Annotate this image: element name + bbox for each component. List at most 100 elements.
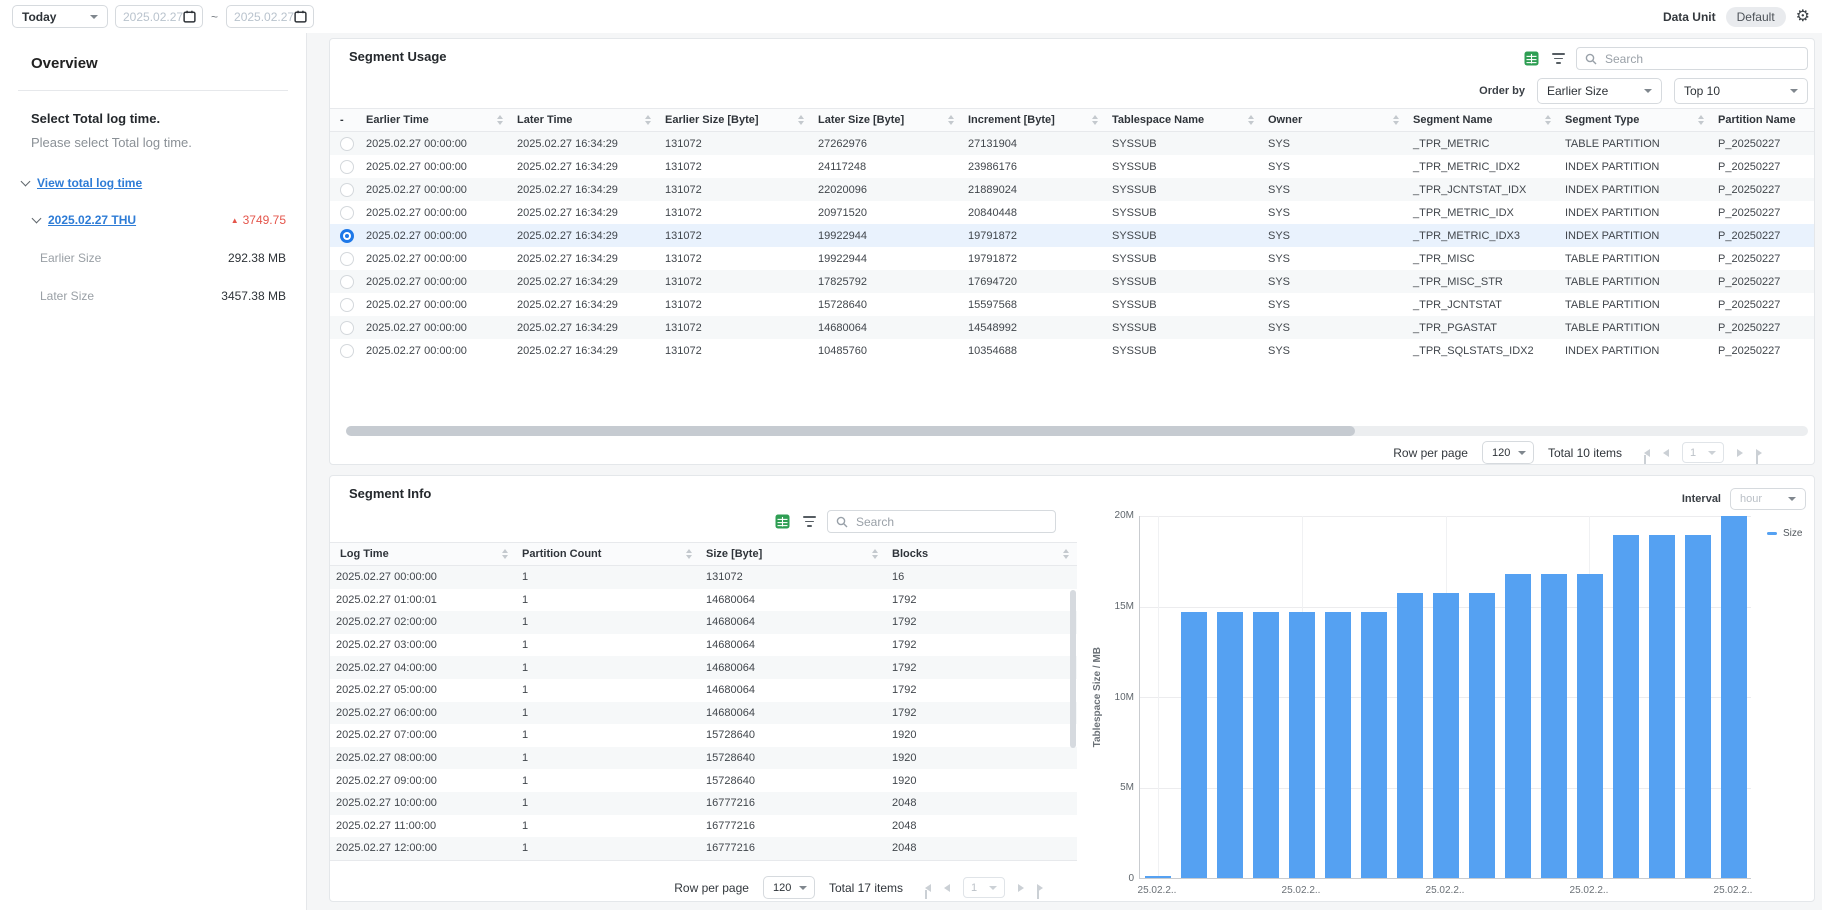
sort-icon[interactable] <box>502 549 508 560</box>
table-row[interactable]: 2025.02.27 11:00:001167772162048 <box>330 815 1077 838</box>
table-row[interactable]: 2025.02.27 00:00:002025.02.27 16:34:2913… <box>330 201 1814 224</box>
view-total-log-time-link[interactable]: View total log time <box>37 176 142 190</box>
cell: SYSSUB <box>1106 230 1262 242</box>
row-radio[interactable] <box>340 321 354 335</box>
sort-icon[interactable] <box>1393 115 1399 126</box>
first-page-button[interactable] <box>925 884 931 892</box>
row-radio[interactable] <box>340 206 354 220</box>
sort-icon[interactable] <box>1545 115 1551 126</box>
column-header-increment-byte[interactable]: Increment [Byte] <box>962 109 1106 131</box>
row-radio[interactable] <box>340 298 354 312</box>
row-radio[interactable] <box>340 137 354 151</box>
calendar-icon[interactable] <box>183 10 196 23</box>
table-row[interactable]: 2025.02.27 03:00:001146800641792 <box>330 634 1077 657</box>
gear-icon[interactable]: ⚙ <box>1796 9 1810 25</box>
chevron-down-icon[interactable] <box>32 213 42 223</box>
column-header-size-byte[interactable]: Size [Byte] <box>700 543 886 565</box>
column-header-log-time[interactable]: Log Time <box>330 543 516 565</box>
table-row[interactable]: 2025.02.27 05:00:001146800641792 <box>330 679 1077 702</box>
sort-icon[interactable] <box>497 115 503 126</box>
filter-icon[interactable] <box>800 513 818 531</box>
date-from-input[interactable]: 2025.02.27 <box>115 5 203 28</box>
chart-bar <box>1145 876 1171 878</box>
row-radio[interactable] <box>340 160 354 174</box>
prev-page-button[interactable] <box>1663 449 1669 457</box>
chevron-down-icon[interactable] <box>21 176 31 186</box>
vertical-scrollbar[interactable] <box>1070 590 1076 748</box>
table-row[interactable]: 2025.02.27 00:00:002025.02.27 16:34:2913… <box>330 247 1814 270</box>
table-row[interactable]: 2025.02.27 01:00:011146800641792 <box>330 589 1077 612</box>
top-n-select[interactable]: Top 10 <box>1674 78 1808 104</box>
last-page-button[interactable] <box>1756 449 1762 457</box>
table-row[interactable]: 2025.02.27 02:00:001146800641792 <box>330 611 1077 634</box>
column-header-earlier-time[interactable]: Earlier Time <box>360 109 511 131</box>
first-page-button[interactable] <box>1644 449 1650 457</box>
column-header-segment-name[interactable]: Segment Name <box>1407 109 1559 131</box>
sort-icon[interactable] <box>1698 115 1704 126</box>
table-row[interactable]: 2025.02.27 00:00:002025.02.27 16:34:2913… <box>330 178 1814 201</box>
table-row[interactable]: 2025.02.27 08:00:001157286401920 <box>330 747 1077 770</box>
page-select[interactable]: 1 <box>1682 442 1724 463</box>
sort-icon[interactable] <box>798 115 804 126</box>
table-row[interactable]: 2025.02.27 09:00:001157286401920 <box>330 769 1077 792</box>
day-log-link[interactable]: 2025.02.27 THU <box>48 213 136 227</box>
segment-info-search[interactable] <box>827 510 1056 533</box>
row-radio[interactable] <box>340 344 354 358</box>
row-radio[interactable] <box>340 275 354 289</box>
table-row[interactable]: 2025.02.27 00:00:002025.02.27 16:34:2913… <box>330 316 1814 339</box>
search-input[interactable] <box>1603 51 1799 67</box>
row-radio[interactable] <box>340 229 354 243</box>
segment-usage-search[interactable] <box>1576 47 1808 70</box>
scrollbar-thumb[interactable] <box>346 426 1355 436</box>
table-row[interactable]: 2025.02.27 00:00:002025.02.27 16:34:2913… <box>330 155 1814 178</box>
row-radio[interactable] <box>340 252 354 266</box>
table-row[interactable]: 2025.02.27 00:00:002025.02.27 16:34:2913… <box>330 132 1814 155</box>
rows-per-page-select[interactable]: 120 <box>763 876 815 899</box>
table-row[interactable]: 2025.02.27 12:00:001167772162048 <box>330 837 1077 860</box>
column-header-earlier-size-byte[interactable]: Earlier Size [Byte] <box>659 109 812 131</box>
table-row[interactable]: 2025.02.27 00:00:002025.02.27 16:34:2913… <box>330 270 1814 293</box>
export-excel-icon[interactable] <box>1522 50 1540 68</box>
search-input[interactable] <box>854 514 1047 530</box>
rows-per-page-select[interactable]: 120 <box>1482 441 1534 464</box>
export-excel-icon[interactable] <box>773 513 791 531</box>
column-header-tablespace-name[interactable]: Tablespace Name <box>1106 109 1262 131</box>
cell: 24117248 <box>812 161 962 173</box>
sort-icon[interactable] <box>645 115 651 126</box>
segment-usage-table-header: -Earlier TimeLater TimeEarlier Size [Byt… <box>330 108 1814 132</box>
order-by-select[interactable]: Earlier Size <box>1537 78 1662 104</box>
row-radio[interactable] <box>340 183 354 197</box>
sort-icon[interactable] <box>872 549 878 560</box>
column-header-owner[interactable]: Owner <box>1262 109 1407 131</box>
table-row[interactable]: 2025.02.27 07:00:001157286401920 <box>330 724 1077 747</box>
sort-icon[interactable] <box>686 549 692 560</box>
date-to-input[interactable]: 2025.02.27 <box>226 5 314 28</box>
column-header-blocks[interactable]: Blocks <box>886 543 1077 565</box>
table-row[interactable]: 2025.02.27 00:00:002025.02.27 16:34:2913… <box>330 293 1814 316</box>
next-page-button[interactable] <box>1737 449 1743 457</box>
prev-page-button[interactable] <box>944 884 950 892</box>
table-row[interactable]: 2025.02.27 00:00:002025.02.27 16:34:2913… <box>330 339 1814 362</box>
column-header-later-size-byte[interactable]: Later Size [Byte] <box>812 109 962 131</box>
column-header-segment-type[interactable]: Segment Type <box>1559 109 1712 131</box>
sort-icon[interactable] <box>948 115 954 126</box>
last-page-button[interactable] <box>1037 884 1043 892</box>
column-header-partition-count[interactable]: Partition Count <box>516 543 700 565</box>
horizontal-scrollbar[interactable] <box>346 426 1808 436</box>
sort-icon[interactable] <box>1248 115 1254 126</box>
table-row[interactable]: 2025.02.27 06:00:001146800641792 <box>330 702 1077 725</box>
sort-icon[interactable] <box>1063 549 1069 560</box>
page-select[interactable]: 1 <box>963 877 1005 898</box>
table-row[interactable]: 2025.02.27 00:00:00113107216 <box>330 566 1077 589</box>
table-row[interactable]: 2025.02.27 10:00:001167772162048 <box>330 792 1077 815</box>
table-row[interactable]: 2025.02.27 04:00:001146800641792 <box>330 656 1077 679</box>
next-page-button[interactable] <box>1018 884 1024 892</box>
filter-icon[interactable] <box>1549 50 1567 68</box>
data-unit-badge[interactable]: Default <box>1726 7 1786 27</box>
calendar-icon[interactable] <box>294 10 307 23</box>
column-header-later-time[interactable]: Later Time <box>511 109 659 131</box>
legend-series-name: Size <box>1783 528 1802 539</box>
table-row[interactable]: 2025.02.27 00:00:002025.02.27 16:34:2913… <box>330 224 1814 247</box>
date-preset-select[interactable]: Today <box>12 5 108 28</box>
sort-icon[interactable] <box>1092 115 1098 126</box>
